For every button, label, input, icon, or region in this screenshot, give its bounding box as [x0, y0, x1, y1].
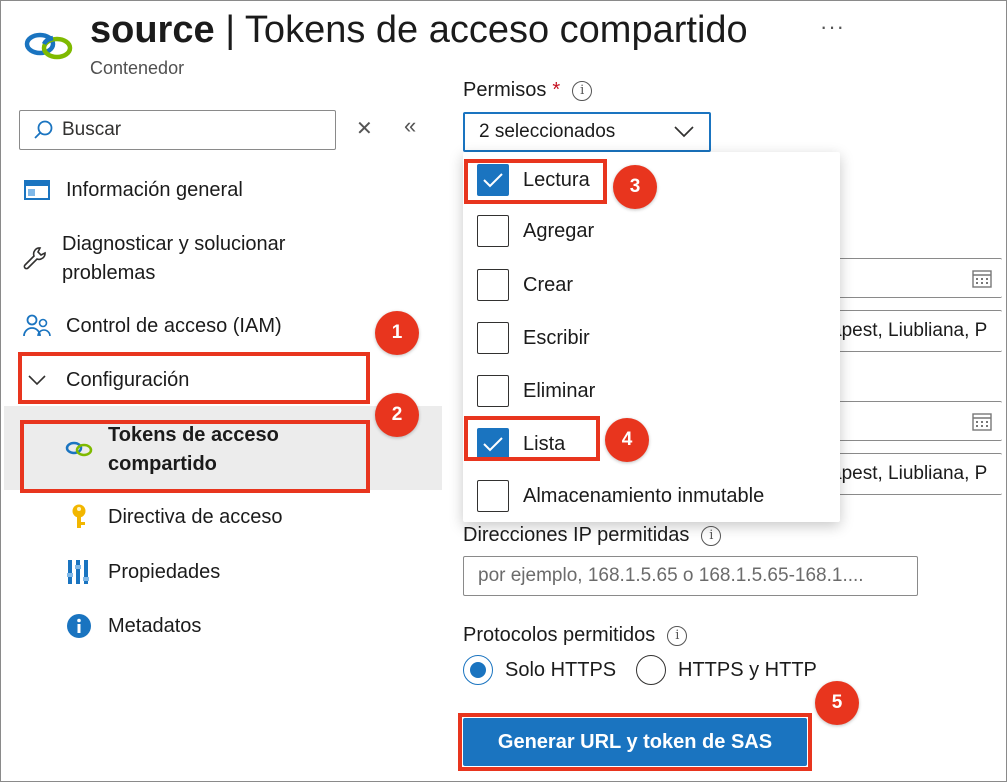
sidebar-search-input[interactable]: Buscar	[19, 110, 336, 150]
annotation-box-configuracion	[18, 352, 370, 404]
annotation-box-lista	[464, 416, 600, 461]
permisos-dropdown-value: 2 seleccionados	[479, 121, 616, 142]
sidebar-item-access-policy[interactable]: Directiva de acceso	[64, 503, 283, 532]
protocol-option-https-only[interactable]: Solo HTTPS	[463, 655, 616, 685]
annotation-badge-4: 4	[605, 418, 649, 462]
checkbox-unchecked[interactable]	[477, 480, 509, 512]
expiry-timezone-select[interactable]: apest, Liubliana, P	[830, 453, 1002, 495]
info-circle-icon[interactable]: i	[667, 625, 688, 646]
permission-option-crear[interactable]: Crear	[477, 269, 573, 301]
permission-option-label: Eliminar	[523, 379, 596, 402]
checkbox-unchecked[interactable]	[477, 322, 509, 354]
sidebar-item-label: Metadatos	[108, 615, 202, 637]
permission-option-label: Crear	[523, 273, 574, 296]
sidebar-item-metadata[interactable]: Metadatos	[64, 612, 201, 641]
collapse-sidebar-icon[interactable]: «	[404, 113, 416, 139]
clear-search-icon[interactable]: ✕	[356, 116, 373, 141]
properties-icon	[64, 558, 94, 586]
start-timezone-value: apest, Liubliana, P	[831, 320, 988, 341]
checkbox-unchecked[interactable]	[477, 375, 509, 407]
permission-option-agregar[interactable]: Agregar	[477, 215, 594, 247]
search-icon	[34, 120, 53, 139]
ip-label-row: Direcciones IP permitidas i	[463, 524, 722, 547]
sidebar-item-label: Directiva de acceso	[108, 506, 283, 528]
start-date-input[interactable]	[830, 258, 1002, 298]
info-circle-icon[interactable]: i	[701, 525, 722, 546]
sidebar-item-iam[interactable]: Control de acceso (IAM)	[22, 312, 282, 341]
protocols-label-row: Protocolos permitidos i	[463, 624, 688, 647]
protocol-option-https-http[interactable]: HTTPS y HTTP	[636, 655, 817, 685]
more-options-icon[interactable]: ···	[820, 14, 845, 40]
annotation-box-generate	[458, 713, 812, 771]
sidebar-item-label: Información general	[66, 179, 243, 201]
ip-placeholder: por ejemplo, 168.1.5.65 o 168.1.5.65-168…	[478, 565, 864, 586]
protocol-option-label: Solo HTTPS	[505, 658, 617, 681]
annotation-badge-5: 5	[815, 681, 859, 725]
chevron-down-icon	[674, 126, 694, 138]
ip-address-input[interactable]: por ejemplo, 168.1.5.65 o 168.1.5.65-168…	[463, 556, 918, 596]
overview-icon	[22, 176, 52, 204]
permisos-dropdown[interactable]: 2 seleccionados	[463, 112, 711, 152]
sidebar-item-label: Diagnosticar y solucionar problemas	[62, 233, 286, 284]
sidebar-item-label: Control de acceso (IAM)	[66, 315, 282, 337]
permission-option-label: Agregar	[523, 219, 595, 242]
search-placeholder: Buscar	[62, 119, 122, 140]
radio-selected[interactable]	[463, 655, 493, 685]
expiry-date-input[interactable]	[830, 401, 1002, 441]
protocols-label: Protocolos permitidos	[463, 624, 656, 646]
calendar-icon	[972, 270, 992, 288]
ip-label: Direcciones IP permitidas	[463, 524, 690, 546]
people-icon	[22, 312, 52, 340]
annotation-box-lectura	[464, 159, 607, 204]
permisos-label: Permisos	[463, 79, 547, 101]
annotation-badge-1: 1	[375, 311, 419, 355]
expiry-timezone-value: apest, Liubliana, P	[831, 463, 988, 484]
key-icon	[64, 503, 94, 531]
permission-option-label: Almacenamiento inmutable	[523, 484, 765, 507]
permission-option-almacenamiento-inmutable[interactable]: Almacenamiento inmutable	[477, 480, 764, 512]
sidebar-item-diagnose[interactable]: Diagnosticar y solucionar problemas	[22, 230, 322, 288]
page-title: source | Tokens de acceso compartido	[90, 9, 748, 51]
permission-option-escribir[interactable]: Escribir	[477, 322, 590, 354]
sidebar-item-properties[interactable]: Propiedades	[64, 558, 220, 587]
required-mark: *	[552, 79, 561, 101]
info-icon	[64, 612, 94, 640]
wrench-icon	[22, 244, 48, 272]
sidebar-item-label: Propiedades	[108, 561, 221, 583]
permisos-dropdown-popup: Lectura Agregar Crear Escribir Eliminar …	[463, 152, 840, 522]
info-circle-icon[interactable]: i	[572, 80, 593, 101]
annotation-badge-2: 2	[375, 393, 419, 437]
checkbox-unchecked[interactable]	[477, 215, 509, 247]
checkbox-unchecked[interactable]	[477, 269, 509, 301]
start-timezone-select[interactable]: apest, Liubliana, P	[830, 310, 1002, 352]
annotation-box-sas-tokens	[20, 420, 370, 493]
permission-option-label: Escribir	[523, 326, 590, 349]
permisos-label-row: Permisos * i	[463, 79, 593, 102]
page-subtitle: Contenedor	[90, 58, 185, 78]
calendar-icon	[972, 413, 992, 431]
permission-option-eliminar[interactable]: Eliminar	[477, 375, 595, 407]
annotation-badge-3: 3	[613, 165, 657, 209]
shared-access-logo-icon	[24, 32, 73, 60]
sidebar-item-overview[interactable]: Información general	[22, 176, 243, 205]
radio-unselected[interactable]	[636, 655, 666, 685]
protocol-option-label: HTTPS y HTTP	[678, 658, 817, 681]
